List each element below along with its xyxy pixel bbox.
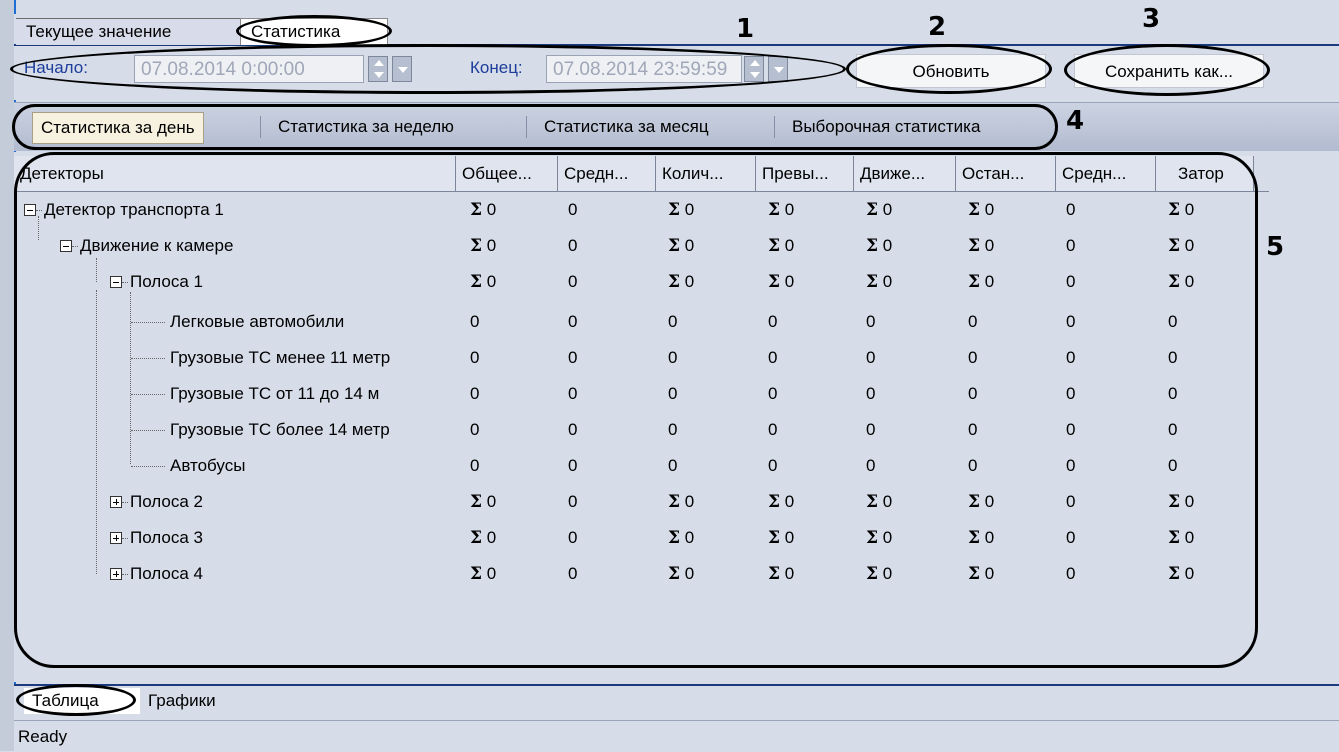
callout-number-3: 3 [1142,4,1161,34]
callout-number-1: 1 [736,14,755,44]
callout-ring-table-tab [16,684,136,716]
callout-number-2: 2 [928,12,947,42]
callout-ring-1 [10,44,846,94]
callout-ring-3 [1064,44,1270,96]
callout-ring-2 [846,44,1052,94]
callout-ring-4 [12,104,1058,150]
callout-number-5: 5 [1266,232,1285,262]
tab-current-value[interactable]: Текущее значение [16,18,258,45]
tab-charts[interactable]: Графики [140,688,266,714]
callout-ring-5 [14,152,1258,668]
callout-number-4: 4 [1066,106,1085,136]
status-bar: Ready [14,720,1339,751]
callout-ring-statistics-tab [236,15,392,47]
